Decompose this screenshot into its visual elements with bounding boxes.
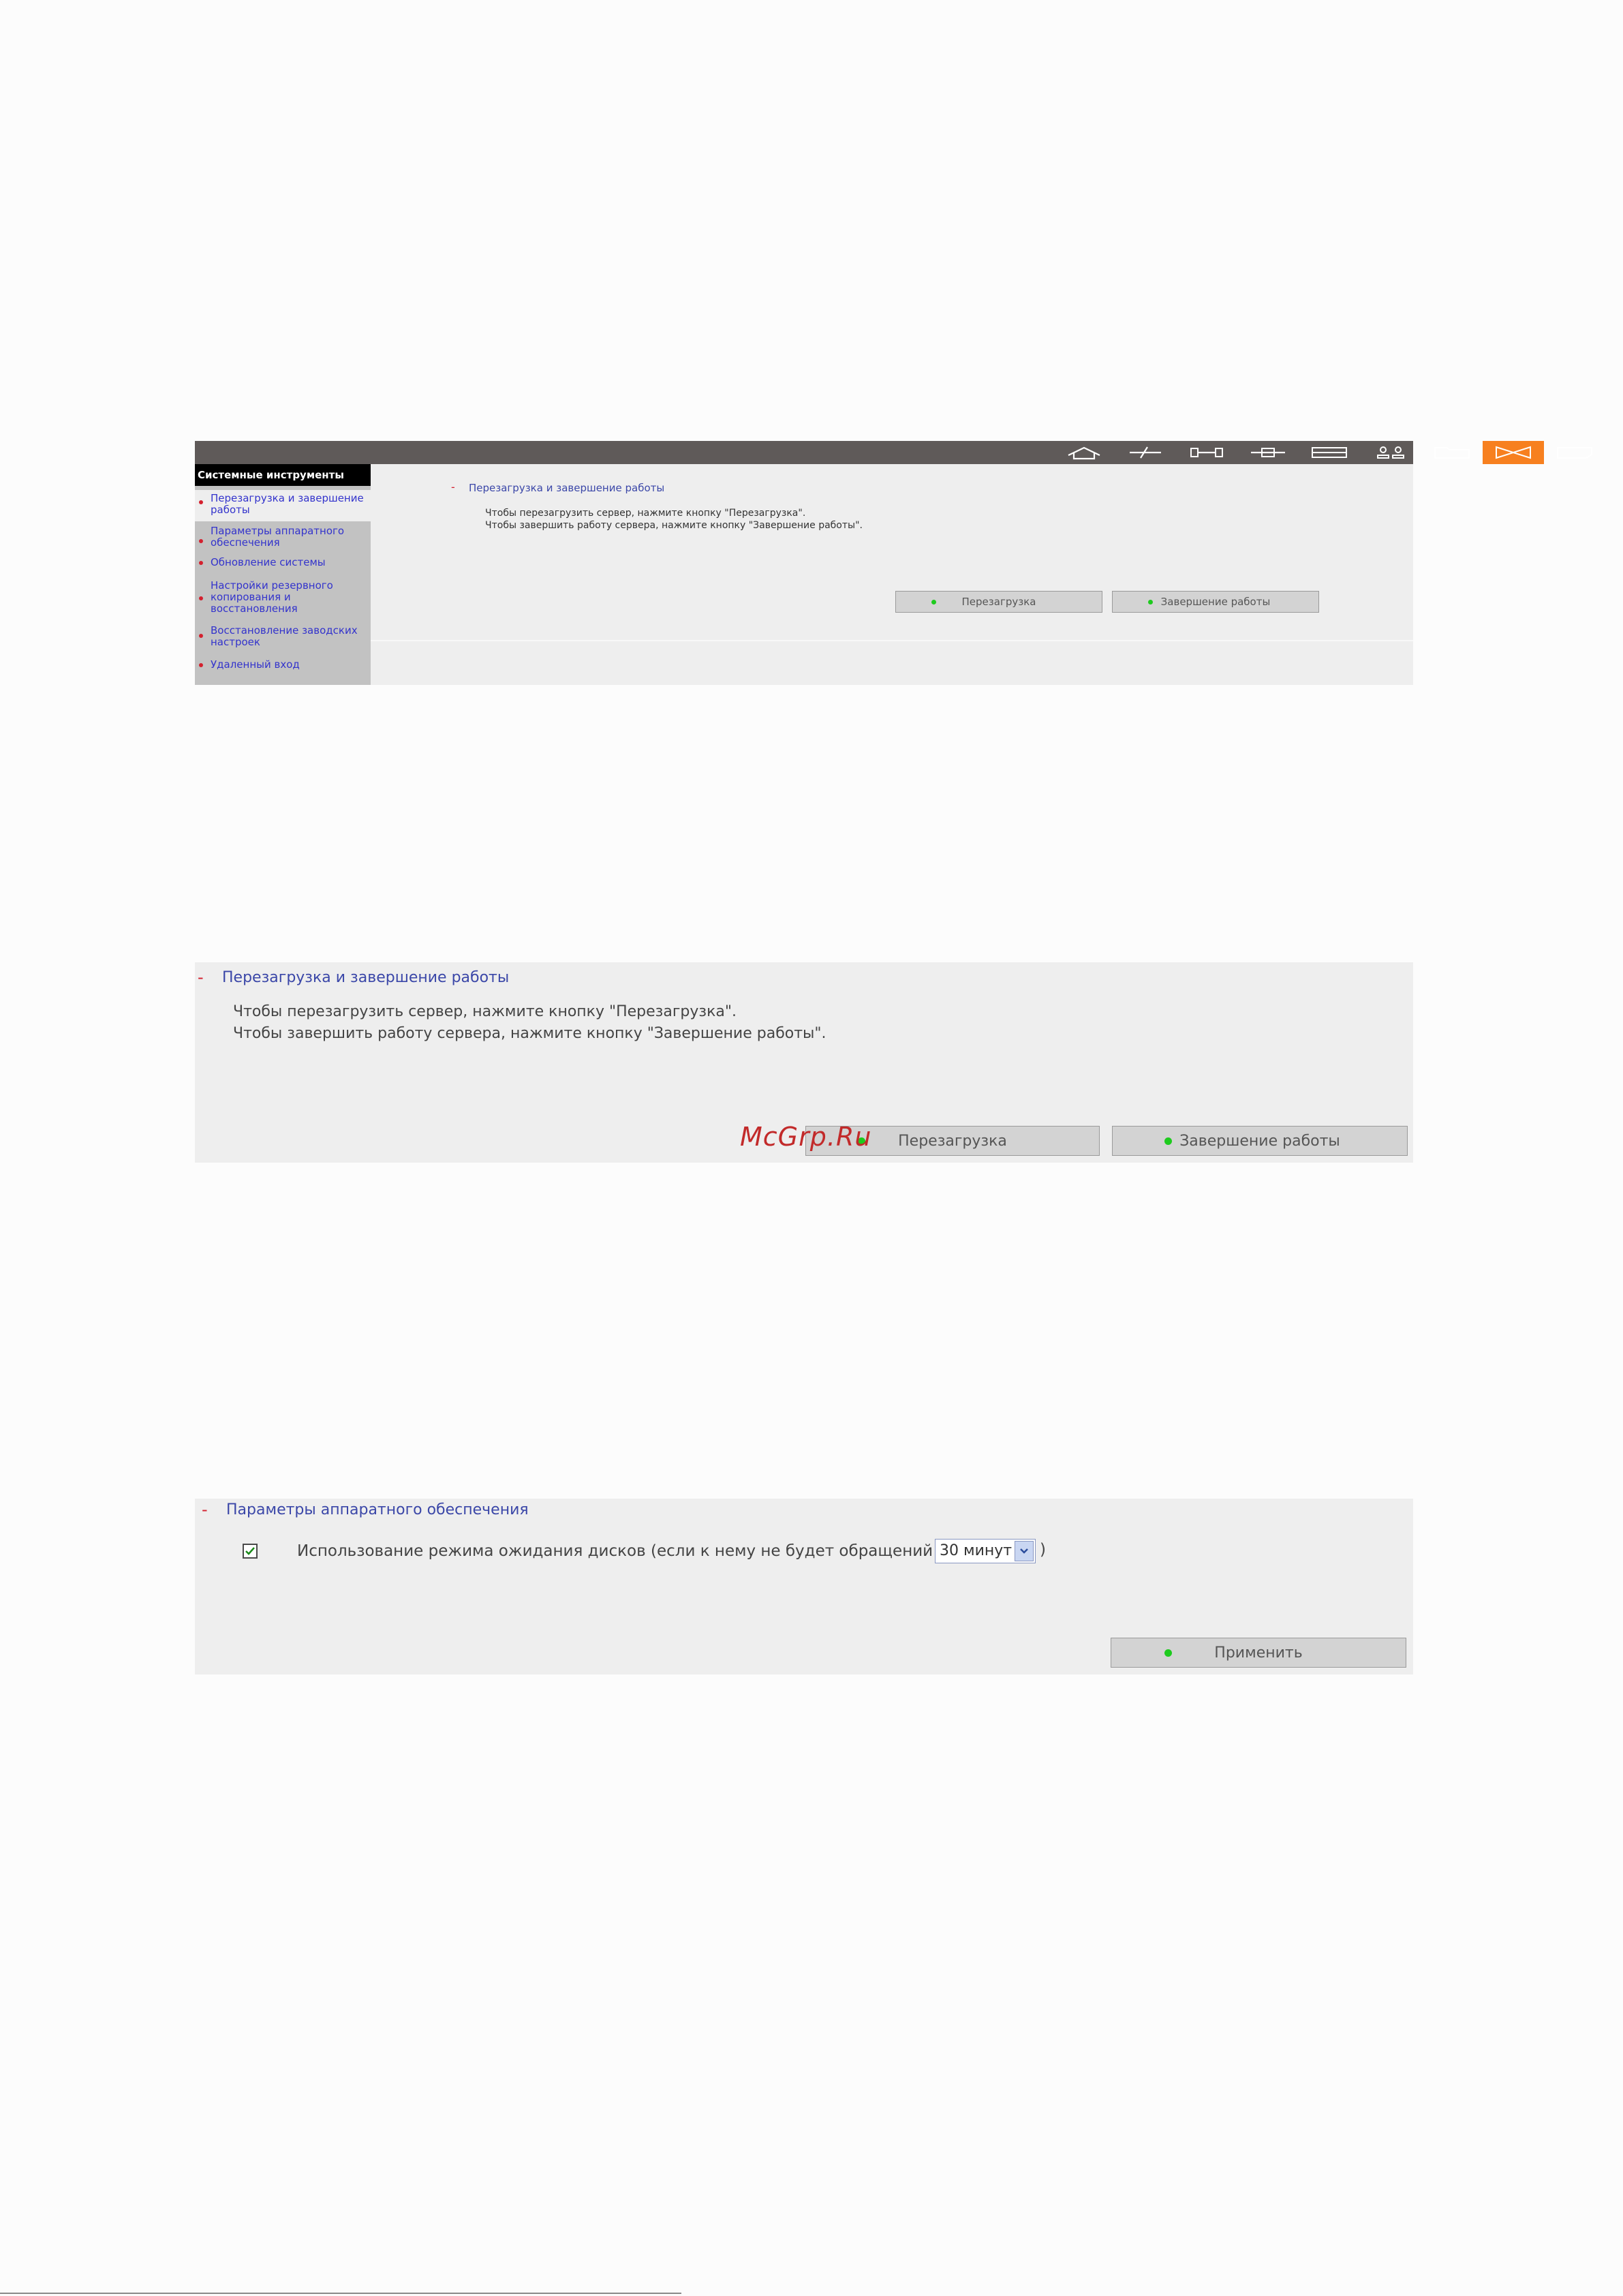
section-title: Перезагрузка и завершение работы [222,969,510,986]
top-navigation-bar [195,441,1592,464]
sidebar-item-hardware[interactable]: Параметры аппаратного обеспечения [195,524,352,554]
standby-time-select[interactable]: 30 минут [935,1539,1036,1563]
section-bullet: - [202,1500,208,1519]
divider [371,640,1413,641]
check-icon [245,1547,255,1555]
section-title: Перезагрузка и завершение работы [469,482,665,494]
statistics-icon[interactable] [1544,441,1605,464]
sidebar-item-label: Настройки резервного копирования и восст… [211,579,333,615]
shutdown-button[interactable]: Завершение работы [1112,1126,1408,1156]
sidebar-item-restart-shutdown[interactable]: Перезагрузка и завершение работы [195,490,371,521]
sidebar-item-label: Восстановление заводских настроек [211,624,358,648]
system-tools-icon[interactable] [1483,441,1544,464]
users-icon[interactable] [1360,441,1421,464]
home-icon[interactable] [1053,441,1115,464]
closing-parenthesis: ) [1040,1541,1046,1559]
device-icon[interactable] [1299,441,1360,464]
sidebar-item-backup-restore[interactable]: Настройки резервного копирования и восст… [195,580,338,619]
sidebar-item-label: Перезагрузка и завершение работы [211,492,364,516]
apply-button[interactable]: Применить [1111,1638,1406,1668]
shares-icon[interactable] [1421,441,1483,464]
description-line: Чтобы завершить работу сервера, нажмите … [233,1025,826,1042]
watermark: McGrp.Ru [740,1122,872,1152]
sidebar-item-factory-reset[interactable]: Восстановление заводских настроек [195,625,358,652]
section-bullet: - [198,968,204,987]
sidebar: Системные инструменты Перезагрузка и зав… [195,464,371,685]
nas-admin-screenshot: Системные инструменты Перезагрузка и зав… [195,441,1592,685]
chevron-down-icon[interactable] [1015,1541,1034,1561]
quick-setup-icon[interactable] [1115,441,1176,464]
hardware-settings-panel: - Параметры аппаратного обеспечения Испо… [195,1499,1413,1674]
sidebar-item-label: Обновление системы [211,556,326,568]
disk-standby-checkbox[interactable] [243,1544,258,1559]
description-line: Чтобы завершить работу сервера, нажмите … [485,520,863,531]
section-bullet: - [451,480,455,493]
network-icon[interactable] [1237,441,1299,464]
sidebar-title: Системные инструменты [195,464,371,486]
restart-shutdown-panel: - Перезагрузка и завершение работы Чтобы… [195,962,1413,1163]
section-title: Параметры аппаратного обеспечения [226,1501,529,1518]
system-settings-icon[interactable] [1176,441,1237,464]
main-content: - Перезагрузка и завершение работы Чтобы… [371,464,1413,685]
description-line: Чтобы перезагрузить сервер, нажмите кноп… [485,508,806,519]
sidebar-item-firmware-update[interactable]: Обновление системы [195,557,371,573]
page-footer-line [0,2293,681,2294]
sidebar-item-label: Параметры аппаратного обеспечения [211,525,345,549]
select-value: 30 минут [940,1542,1013,1559]
description-line: Чтобы перезагрузить сервер, нажмите кноп… [233,1003,737,1020]
sidebar-item-remote-login[interactable]: Удаленный вход [195,659,371,674]
sidebar-item-label: Удаленный вход [211,658,300,671]
disk-standby-label: Использование режима ожидания дисков (ес… [297,1542,1020,1560]
restart-button[interactable]: Перезагрузка [895,591,1102,613]
shutdown-button[interactable]: Завершение работы [1112,591,1319,613]
